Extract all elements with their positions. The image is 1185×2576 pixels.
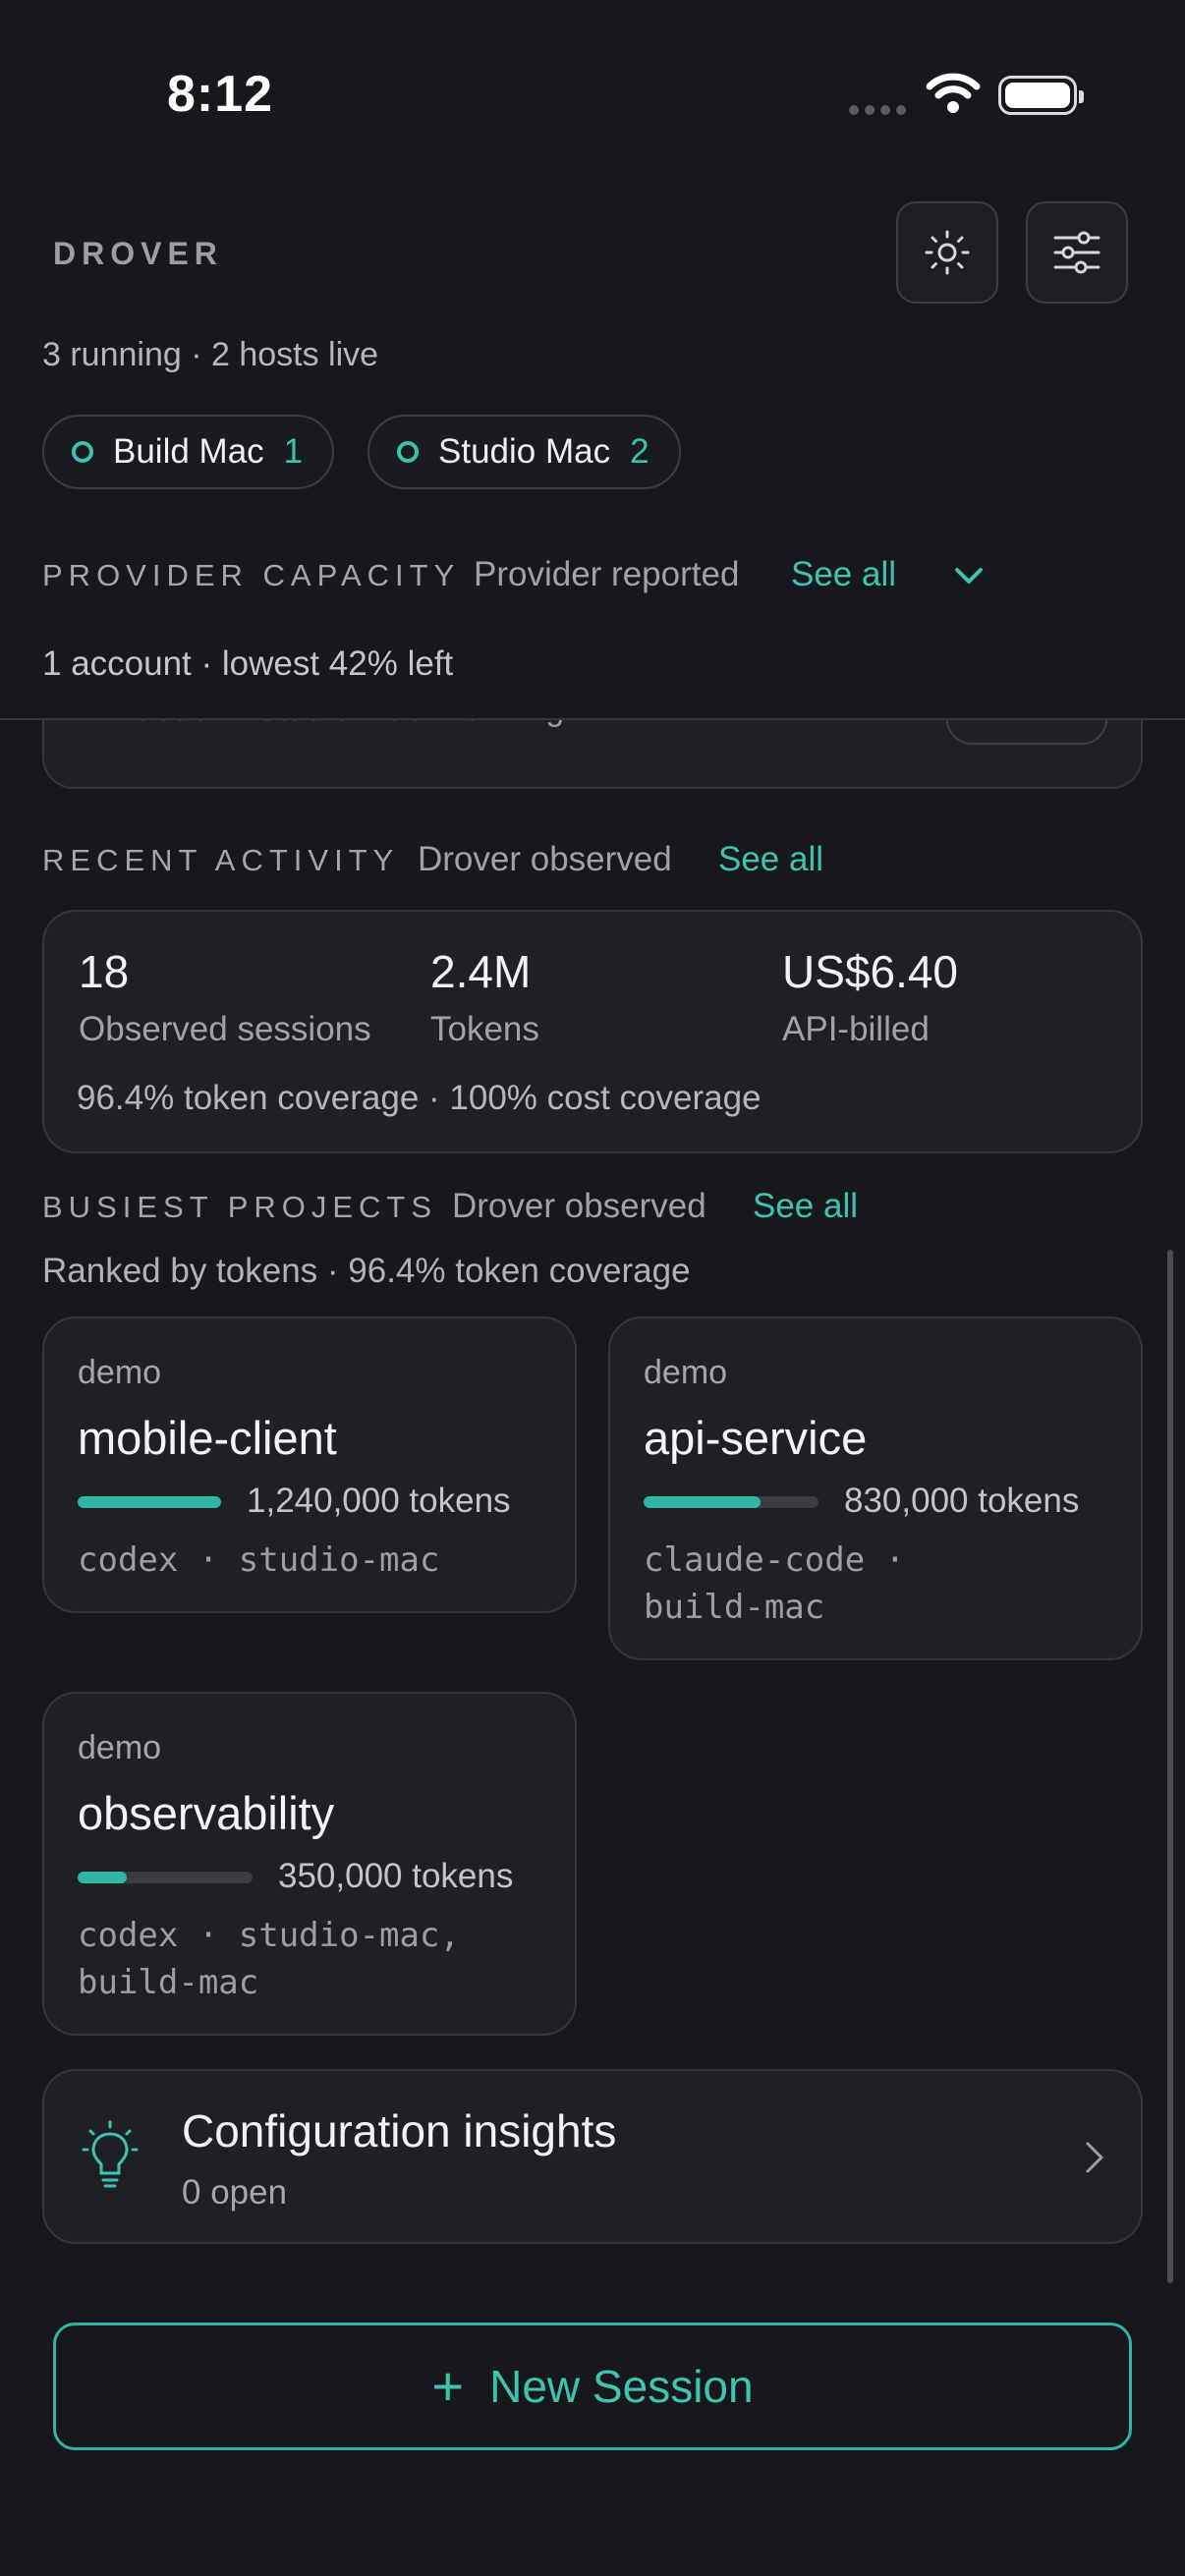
project-meta-line: build-mac	[644, 1588, 825, 1627]
project-meta: codex · studio-mac, build-mac	[78, 1912, 460, 2006]
wifi-icon	[926, 73, 981, 119]
host-name: Studio Mac	[438, 432, 611, 471]
project-card-api-service[interactable]: demo api-service 830,000 tokens claude-c…	[608, 1316, 1143, 1660]
busiest-projects-heading: BUSIEST PROJECTS	[42, 1190, 438, 1224]
project-name: api-service	[644, 1412, 868, 1464]
sun-icon	[925, 230, 970, 275]
new-session-label: New Session	[489, 2361, 754, 2412]
sliders-icon	[1053, 231, 1100, 274]
scrollbar[interactable]	[1167, 1250, 1173, 2283]
project-tag: demo	[78, 1729, 162, 1766]
coverage-summary: 96.4% token coverage · 100% cost coverag…	[77, 1079, 762, 1117]
provider-capacity-note: Provider reported	[474, 555, 740, 593]
stat-label: Observed sessions	[79, 1010, 371, 1048]
lightbulb-icon	[80, 2120, 141, 2200]
capacity-summary: 1 account · lowest 42% left	[42, 644, 454, 683]
host-count: 1	[283, 432, 304, 471]
stat-label: API-billed	[782, 1010, 930, 1048]
plus-icon: +	[431, 2355, 465, 2417]
battery-icon	[998, 76, 1084, 115]
project-meta: codex · studio-mac	[78, 1540, 440, 1580]
status-time: 8:12	[167, 66, 274, 123]
project-tokens: 1,240,000 tokens	[247, 1482, 511, 1520]
project-tag: demo	[644, 1354, 728, 1391]
stat-value: US$6.40	[782, 946, 959, 997]
configuration-insights-row[interactable]: Configuration insights 0 open	[42, 2069, 1143, 2244]
host-chip-studio-mac[interactable]: Studio Mac 2	[367, 415, 681, 489]
app-title: DROVER	[53, 236, 223, 271]
busiest-projects-note: Drover observed	[452, 1187, 706, 1225]
project-name: mobile-client	[78, 1412, 337, 1464]
project-card-mobile-client[interactable]: demo mobile-client 1,240,000 tokens code…	[42, 1316, 577, 1613]
stat-label: Tokens	[430, 1010, 539, 1048]
stat-value: 18	[79, 946, 130, 997]
project-tokens: 350,000 tokens	[278, 1857, 514, 1895]
insights-title: Configuration insights	[182, 2105, 617, 2156]
ranked-caption: Ranked by tokens · 96.4% token coverage	[42, 1252, 691, 1290]
busiest-projects-see-all-link[interactable]: See all	[753, 1187, 858, 1226]
new-session-button[interactable]: + New Session	[53, 2323, 1132, 2450]
project-name: observability	[78, 1787, 335, 1839]
stat-value: 2.4M	[430, 946, 532, 997]
project-tokens: 830,000 tokens	[844, 1482, 1080, 1520]
host-status-icon	[397, 441, 419, 463]
recent-activity-heading: RECENT ACTIVITY	[42, 843, 400, 877]
provider-capacity-heading: PROVIDER CAPACITY	[42, 558, 461, 592]
chevron-right-icon	[1082, 2138, 1107, 2182]
watch-button[interactable]: Watch	[946, 720, 1107, 745]
running-summary: 3 running · 2 hosts live	[42, 336, 379, 373]
host-status-icon	[72, 441, 93, 463]
project-meta-line: claude-code ·	[644, 1540, 906, 1580]
filters-button[interactable]	[1026, 201, 1128, 304]
token-share-bar	[644, 1496, 818, 1508]
cellular-signal-icon	[849, 102, 912, 120]
scroll-clip: Codex · Studio Mac · running Watch	[0, 720, 1185, 799]
host-count: 2	[630, 432, 649, 471]
session-meta: Codex · Studio Mac · running	[130, 720, 564, 729]
token-share-bar	[78, 1872, 253, 1883]
token-share-bar	[78, 1496, 221, 1508]
provider-capacity-see-all-link[interactable]: See all	[791, 555, 896, 594]
project-tag: demo	[78, 1354, 162, 1391]
project-meta-line: build-mac	[78, 1963, 259, 2002]
theme-toggle-button[interactable]	[896, 201, 998, 304]
recent-activity-see-all-link[interactable]: See all	[718, 840, 823, 879]
recent-activity-note: Drover observed	[418, 840, 672, 878]
host-chip-build-mac[interactable]: Build Mac 1	[42, 415, 335, 489]
project-meta: claude-code · build-mac	[644, 1537, 905, 1631]
host-name: Build Mac	[113, 432, 264, 471]
insights-count: 0 open	[182, 2173, 288, 2212]
chevron-down-icon[interactable]	[949, 556, 988, 600]
project-card-observability[interactable]: demo observability 350,000 tokens codex …	[42, 1692, 577, 2036]
project-meta-line: codex · studio-mac,	[78, 1916, 460, 1955]
